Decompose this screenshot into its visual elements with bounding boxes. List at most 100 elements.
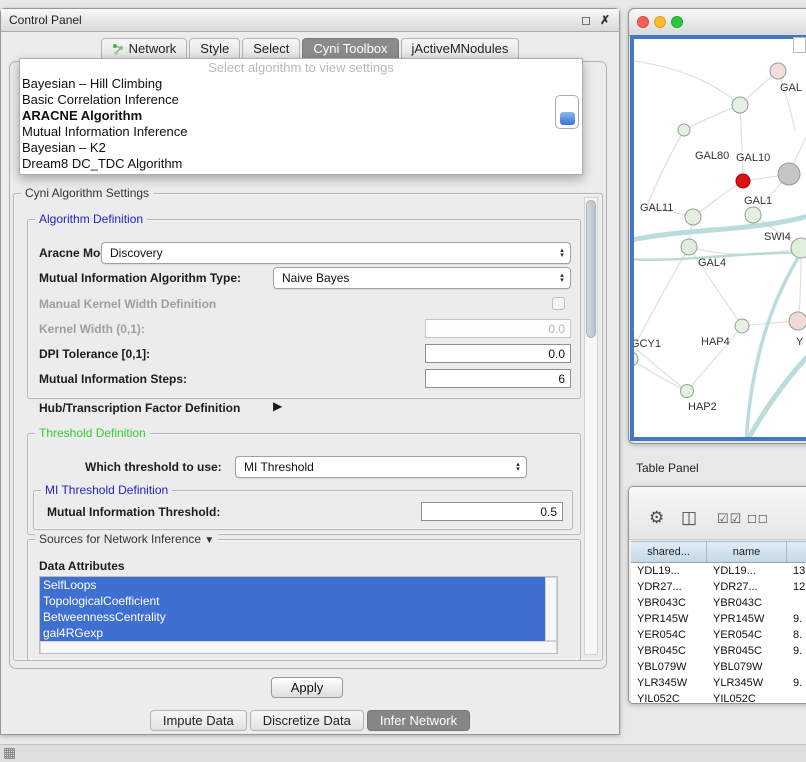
dpi-tolerance-field[interactable]: 0.0 (425, 344, 571, 363)
tab-infer-network[interactable]: Infer Network (367, 710, 470, 731)
attribute-item[interactable]: gal4RGexp (40, 625, 548, 641)
data-attributes-list[interactable]: SelfLoops TopologicalCoefficient Between… (39, 576, 558, 654)
cell-name[interactable]: YDL19... (707, 563, 787, 579)
network-node[interactable] (732, 97, 748, 113)
network-vscrollbar-stub[interactable] (793, 37, 806, 53)
cell-shared-name[interactable]: YIL052C (631, 691, 707, 704)
manual-kernel-width-checkbox[interactable] (552, 297, 565, 310)
cell-extra[interactable] (787, 691, 806, 704)
close-icon[interactable]: ✗ (600, 13, 610, 27)
cell-extra[interactable]: 9. (787, 643, 806, 659)
column-header-shared-name[interactable]: shared... (631, 541, 707, 563)
deselect-all-checkboxes-icon[interactable]: ☐☐ (747, 513, 769, 526)
which-threshold-combo[interactable]: MI Threshold ▴ ▾ (235, 456, 527, 478)
table-row[interactable]: YLR345W YLR345W 9. (631, 675, 806, 691)
cell-name[interactable]: YBR045C (707, 643, 787, 659)
algorithm-option[interactable]: Basic Correlation Inference (20, 92, 582, 108)
algorithm-option[interactable]: Mutual Information Inference (20, 124, 582, 140)
gear-icon[interactable]: ⚙ (649, 508, 664, 528)
network-node[interactable] (681, 385, 694, 398)
cell-shared-name[interactable]: YBR045C (631, 643, 707, 659)
cell-name[interactable]: YER054C (707, 627, 787, 643)
network-edge[interactable] (634, 347, 687, 391)
network-edge[interactable] (693, 181, 743, 217)
attribute-item[interactable]: BetweennessCentrality (40, 609, 548, 625)
attributes-vscrollbar[interactable] (545, 577, 557, 641)
attribute-item[interactable]: SelfLoops (40, 577, 548, 593)
tab-cyni-toolbox[interactable]: Cyni Toolbox (302, 38, 398, 59)
apply-button[interactable]: Apply (271, 677, 343, 698)
network-edge[interactable] (634, 359, 687, 391)
mi-algorithm-type-combo[interactable]: Naive Bayes ▴ ▾ (273, 267, 571, 289)
cell-name[interactable]: YDR27... (707, 579, 787, 595)
network-node[interactable] (678, 124, 690, 136)
network-edge[interactable] (684, 105, 740, 130)
column-header-name[interactable]: name (707, 541, 787, 563)
expand-arrow-icon[interactable]: ▼ (204, 535, 214, 546)
network-node[interactable] (791, 238, 806, 258)
cell-shared-name[interactable]: YDR27... (631, 579, 707, 595)
network-node[interactable] (789, 312, 806, 330)
close-traffic-light[interactable] (637, 16, 649, 28)
cell-extra[interactable]: 9. (787, 675, 806, 691)
table-row[interactable]: YER054C YER054C 8. (631, 627, 806, 643)
cell-extra[interactable] (787, 659, 806, 675)
combo-button-fragment[interactable] (555, 95, 579, 129)
network-node[interactable] (735, 319, 749, 333)
aracne-mode-combo[interactable]: Discovery ▴ ▾ (101, 242, 571, 264)
network-node[interactable] (770, 63, 786, 79)
cell-extra[interactable] (787, 595, 806, 611)
table-row[interactable]: YIL052C YIL052C (631, 691, 806, 704)
network-node-gray[interactable] (778, 163, 800, 185)
network-edge[interactable] (647, 130, 684, 206)
cell-extra[interactable]: 8. (787, 627, 806, 643)
cell-extra[interactable]: 13 (787, 563, 806, 579)
collapse-arrow-icon[interactable]: ▶ (273, 399, 282, 413)
network-edge[interactable] (778, 71, 795, 131)
column-header-extra[interactable] (787, 541, 806, 563)
table-row[interactable]: YBR045C YBR045C 9. (631, 643, 806, 659)
minimize-traffic-light[interactable] (654, 16, 666, 28)
zoom-traffic-light[interactable] (671, 16, 683, 28)
network-node[interactable] (745, 207, 761, 223)
table-row[interactable]: YBL079W YBL079W (631, 659, 806, 675)
settings-scrollbar[interactable] (584, 197, 598, 655)
cell-extra[interactable]: 12 (787, 579, 806, 595)
algorithm-option[interactable]: Dream8 DC_TDC Algorithm (20, 156, 582, 172)
cell-shared-name[interactable]: YBL079W (631, 659, 707, 675)
network-canvas[interactable]: GAL GAL80 GAL10 GAL11 GAL1 SWI4 GAL4 GCY… (634, 39, 806, 437)
table-row[interactable]: YBR043C YBR043C (631, 595, 806, 611)
grid-icon[interactable]: ▦ (3, 744, 16, 761)
tab-impute-data[interactable]: Impute Data (150, 710, 247, 731)
network-node-selected-red[interactable] (736, 174, 750, 188)
cell-name[interactable]: YIL052C (707, 691, 787, 704)
cell-shared-name[interactable]: YPR145W (631, 611, 707, 627)
tab-jactivemnodules[interactable]: jActiveMNodules (401, 38, 520, 59)
cell-name[interactable]: YLR345W (707, 675, 787, 691)
cell-name[interactable]: YPR145W (707, 611, 787, 627)
hub-section-label[interactable]: Hub/Transcription Factor Definition (39, 401, 240, 415)
cell-shared-name[interactable]: YLR345W (631, 675, 707, 691)
tab-network[interactable]: Network (101, 38, 188, 59)
attributes-hscrollbar[interactable] (40, 641, 557, 654)
mi-steps-field[interactable]: 6 (425, 369, 571, 388)
mi-threshold-field[interactable]: 0.5 (421, 502, 563, 521)
columns-icon[interactable]: ◫ (681, 508, 697, 528)
cell-name[interactable]: YBR043C (707, 595, 787, 611)
cell-shared-name[interactable]: YDL19... (631, 563, 707, 579)
tab-style[interactable]: Style (189, 38, 240, 59)
attribute-item[interactable]: TopologicalCoefficient (40, 593, 548, 609)
cell-name[interactable]: YBL079W (707, 659, 787, 675)
tab-select[interactable]: Select (242, 38, 300, 59)
cell-shared-name[interactable]: YBR043C (631, 595, 707, 611)
table-row[interactable]: YDR27... YDR27... 12 (631, 579, 806, 595)
select-all-checkboxes-icon[interactable]: ☑☑ (717, 511, 742, 527)
cell-extra[interactable]: 9. (787, 611, 806, 627)
network-edge-highlighted[interactable] (746, 351, 806, 437)
cell-shared-name[interactable]: YER054C (631, 627, 707, 643)
control-panel-titlebar[interactable]: Control Panel ◻ ✗ (1, 9, 619, 32)
sources-group-title[interactable]: Sources for Network Inference ▼ (35, 532, 218, 546)
network-edge-highlighted[interactable] (746, 253, 801, 437)
network-edge[interactable] (634, 61, 740, 105)
tab-discretize-data[interactable]: Discretize Data (250, 710, 364, 731)
